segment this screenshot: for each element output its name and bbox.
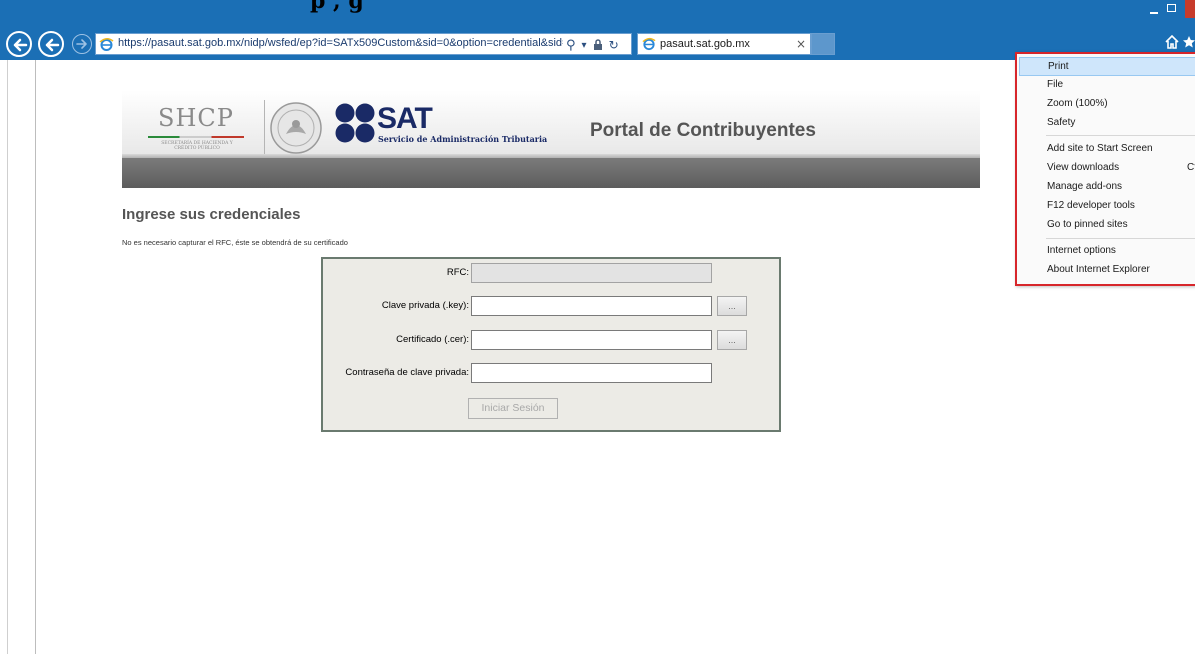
menu-item-label: View downloads [1047, 162, 1120, 173]
home-icon[interactable] [1165, 35, 1179, 49]
forward-button[interactable] [72, 34, 92, 54]
frame-divider [7, 60, 8, 654]
ie-logo-icon [642, 37, 656, 51]
tab-close-icon[interactable]: × [796, 37, 806, 51]
menu-separator [1046, 238, 1195, 239]
rfc-row: RFC: [323, 263, 779, 283]
login-button[interactable]: Iniciar Sesión [468, 398, 558, 419]
menu-item-print[interactable]: Print [1019, 57, 1195, 76]
site-header: SHCP SECRETARÍA DE HACIENDA Y CRÉDITO PÚ… [122, 90, 980, 188]
back-button[interactable] [6, 31, 32, 57]
password-field[interactable] [471, 363, 712, 383]
cer-file-field[interactable] [471, 330, 712, 350]
address-bar[interactable]: https://pasaut.sat.gob.mx/nidp/wsfed/ep?… [95, 33, 632, 55]
shcp-rule [148, 136, 244, 138]
tab-title: pasaut.sat.gob.mx [660, 38, 750, 50]
frame-divider [35, 60, 36, 654]
menu-item-pinned-sites[interactable]: Go to pinned sites [1019, 216, 1195, 235]
browser-tab[interactable]: pasaut.sat.gob.mx × [637, 33, 811, 55]
address-url[interactable]: https://pasaut.sat.gob.mx/nidp/wsfed/ep?… [118, 37, 563, 49]
shcp-logo: SHCP SECRETARÍA DE HACIENDA Y CRÉDITO PÚ… [146, 104, 246, 152]
header-divider [264, 100, 265, 156]
key-browse-button[interactable]: ... [717, 296, 747, 316]
menu-item-file[interactable]: File [1019, 76, 1195, 95]
menu-item-label: File [1047, 79, 1064, 90]
cer-label: Certificado (.cer): [396, 334, 469, 345]
cer-row: Certificado (.cer): ... [323, 330, 779, 350]
lock-icon[interactable] [593, 39, 603, 51]
refresh-icon[interactable]: ↻ [609, 38, 619, 52]
national-seal-icon [270, 102, 322, 154]
favorites-star-icon[interactable] [1182, 35, 1195, 49]
menu-item-label: Manage add-ons [1047, 181, 1123, 192]
menu-item-manage-addons[interactable]: Manage add-ons [1019, 178, 1195, 197]
address-actions: ⚲ ▾ ↻ [566, 36, 619, 54]
menu-item-internet-options[interactable]: Internet options [1019, 242, 1195, 261]
maximize-icon[interactable] [1167, 4, 1176, 12]
menu-item-dev-tools[interactable]: F12 developer tools [1019, 197, 1195, 216]
window-caption: p , g [310, 0, 364, 14]
dropdown-icon[interactable]: ▾ [582, 40, 587, 51]
menu-item-safety[interactable]: Safety [1019, 114, 1195, 133]
window-title-bar: p , g [0, 0, 1195, 28]
rfc-field [471, 263, 712, 283]
password-row: Contraseña de clave privada: [323, 363, 779, 383]
menu-item-view-downloads[interactable]: View downloads Ct [1019, 159, 1195, 178]
menu-item-label: Go to pinned sites [1047, 219, 1128, 230]
arrow-left-icon [13, 38, 28, 52]
menu-item-label: About Internet Explorer [1047, 264, 1150, 275]
close-icon[interactable] [1185, 0, 1195, 18]
shcp-subtitle: SECRETARÍA DE HACIENDA Y CRÉDITO PÚBLICO [161, 141, 233, 151]
rfc-note: No es necesario capturar el RFC, éste se… [122, 238, 348, 247]
page-title: Ingrese sus credenciales [122, 206, 301, 223]
sat-subtitle: Servicio de Administración Tributaria [378, 134, 548, 144]
menu-item-label: Zoom (100%) [1047, 98, 1108, 109]
header-band [122, 158, 980, 188]
menu-item-shortcut: Ct [1187, 162, 1195, 173]
cer-browse-button[interactable]: ... [717, 330, 747, 350]
back-button-2[interactable] [38, 31, 64, 57]
menu-item-add-site[interactable]: Add site to Start Screen [1019, 140, 1195, 159]
menu-separator [1046, 135, 1195, 136]
key-row: Clave privada (.key): ... [323, 296, 779, 316]
new-tab-button[interactable] [811, 33, 835, 55]
menu-item-label: Safety [1047, 117, 1076, 128]
menu-item-about-ie[interactable]: About Internet Explorer [1019, 261, 1195, 280]
screen: p , g https://pasaut.sat.gob.mx/nidp/wsf… [0, 0, 1195, 654]
password-label: Contraseña de clave privada: [345, 367, 469, 378]
sat-logo-text: SAT [377, 102, 433, 135]
arrow-left-icon [45, 38, 60, 52]
rfc-label: RFC: [446, 267, 469, 278]
menu-item-label: Add site to Start Screen [1047, 143, 1153, 154]
sat-logo-icon [335, 103, 375, 143]
login-form: RFC: Clave privada (.key): ... Certifica… [321, 257, 781, 432]
ie-logo-icon [99, 38, 114, 51]
menu-item-label: Print [1048, 61, 1069, 72]
portal-title: Portal de Contribuyentes [590, 120, 816, 141]
key-label: Clave privada (.key): [381, 300, 469, 311]
arrow-right-icon [76, 39, 87, 49]
search-icon[interactable]: ⚲ [566, 38, 576, 53]
menu-item-label: Internet options [1047, 245, 1116, 256]
menu-item-label: F12 developer tools [1047, 200, 1135, 211]
minimize-icon[interactable] [1150, 12, 1158, 14]
key-file-field[interactable] [471, 296, 712, 316]
menu-item-zoom[interactable]: Zoom (100%) [1019, 95, 1195, 114]
shcp-logo-text: SHCP [158, 104, 234, 132]
tools-menu: Print File Zoom (100%) Safety Add site t… [1015, 52, 1195, 286]
